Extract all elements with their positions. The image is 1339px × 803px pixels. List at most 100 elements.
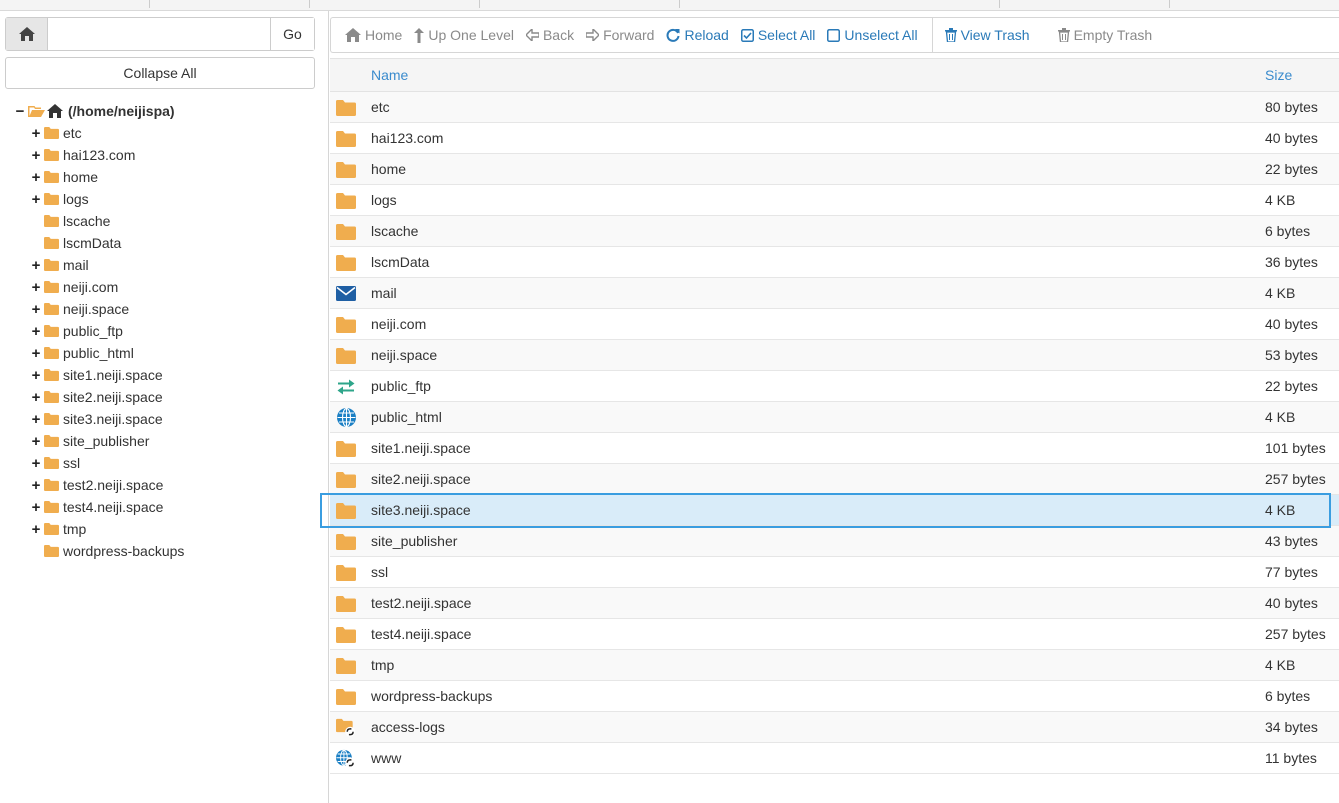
table-row[interactable]: site_publisher 43 bytes xyxy=(330,526,1339,557)
file-name-cell[interactable]: wordpress-backups xyxy=(371,688,492,704)
file-name-cell[interactable]: public_ftp xyxy=(371,378,431,394)
tree-item-test4-neiji-space[interactable]: + test4.neiji.space xyxy=(14,496,319,518)
table-row[interactable]: public_html 4 KB xyxy=(330,402,1339,433)
tree-item-mail[interactable]: + mail xyxy=(14,254,319,276)
file-name-cell[interactable]: logs xyxy=(371,192,397,208)
table-row[interactable]: etc 80 bytes xyxy=(330,92,1339,123)
file-name-cell[interactable]: site_publisher xyxy=(371,533,457,549)
file-name-cell[interactable]: www xyxy=(371,750,401,766)
view-trash-button[interactable]: View Trash xyxy=(944,18,1042,52)
expand-plus-icon[interactable]: + xyxy=(30,191,42,208)
file-name-cell[interactable]: site1.neiji.space xyxy=(371,440,471,456)
table-row[interactable]: neiji.space 53 bytes xyxy=(330,340,1339,371)
table-row[interactable]: site2.neiji.space 257 bytes xyxy=(330,464,1339,495)
reload-button[interactable]: Reload xyxy=(666,18,740,52)
tree-item-site-publisher[interactable]: + site_publisher xyxy=(14,430,319,452)
table-row[interactable]: mail 4 KB xyxy=(330,278,1339,309)
table-row[interactable]: site1.neiji.space 101 bytes xyxy=(330,433,1339,464)
tree-item-test2-neiji-space[interactable]: + test2.neiji.space xyxy=(14,474,319,496)
toolbar-home-button[interactable]: Home xyxy=(331,18,414,52)
tree-item-ssl[interactable]: + ssl xyxy=(14,452,319,474)
select-all-button[interactable]: Select All xyxy=(740,18,828,52)
expand-plus-icon[interactable]: + xyxy=(30,125,42,142)
expand-plus-icon[interactable]: + xyxy=(30,323,42,340)
tree-item-logs[interactable]: + logs xyxy=(14,188,319,210)
table-row[interactable]: home 22 bytes xyxy=(330,154,1339,185)
home-directory-button[interactable] xyxy=(6,18,48,50)
tree-item-wordpress-backups[interactable]: +wordpress-backups xyxy=(14,540,319,562)
expand-plus-icon[interactable]: + xyxy=(30,345,42,362)
table-row[interactable]: lscmData 36 bytes xyxy=(330,247,1339,278)
table-row[interactable]: www 11 bytes xyxy=(330,743,1339,774)
expand-plus-icon[interactable]: + xyxy=(30,499,42,516)
back-button[interactable]: Back xyxy=(525,18,586,52)
expand-plus-icon[interactable]: + xyxy=(30,279,42,296)
file-name-cell[interactable]: test4.neiji.space xyxy=(371,626,471,642)
unselect-all-button[interactable]: Unselect All xyxy=(827,18,929,52)
expand-plus-icon[interactable]: + xyxy=(30,257,42,274)
empty-trash-label: Empty Trash xyxy=(1073,27,1153,43)
file-name-cell[interactable]: lscache xyxy=(371,223,418,239)
tree-item-lscmdata[interactable]: +lscmData xyxy=(14,232,319,254)
tree-item-site3-neiji-space[interactable]: + site3.neiji.space xyxy=(14,408,319,430)
file-name-cell[interactable]: test2.neiji.space xyxy=(371,595,471,611)
expand-plus-icon[interactable]: + xyxy=(30,521,42,538)
table-row[interactable]: lscache 6 bytes xyxy=(330,216,1339,247)
file-name-cell[interactable]: access-logs xyxy=(371,719,445,735)
file-name-cell[interactable]: public_html xyxy=(371,409,442,425)
tree-root-home[interactable]: − (/home/neijispa) xyxy=(14,100,319,122)
up-one-level-button[interactable]: Up One Level xyxy=(414,18,526,52)
table-row[interactable]: wordpress-backups 6 bytes xyxy=(330,681,1339,712)
expand-plus-icon[interactable]: + xyxy=(30,477,42,494)
tree-item-hai123-com[interactable]: + hai123.com xyxy=(14,144,319,166)
file-name-cell[interactable]: mail xyxy=(371,285,397,301)
tree-item-site1-neiji-space[interactable]: + site1.neiji.space xyxy=(14,364,319,386)
expand-plus-icon[interactable]: + xyxy=(30,389,42,406)
column-header-name[interactable]: Name xyxy=(371,67,408,83)
path-input[interactable] xyxy=(48,18,270,50)
table-row[interactable]: site3.neiji.space 4 KB xyxy=(330,495,1339,526)
tree-item-neiji-space[interactable]: + neiji.space xyxy=(14,298,319,320)
column-header-size[interactable]: Size xyxy=(1265,67,1292,83)
go-button[interactable]: Go xyxy=(270,18,314,50)
expand-plus-icon[interactable]: + xyxy=(30,301,42,318)
file-name-cell[interactable]: site2.neiji.space xyxy=(371,471,471,487)
collapse-all-button[interactable]: Collapse All xyxy=(5,57,315,89)
table-row[interactable]: ssl 77 bytes xyxy=(330,557,1339,588)
table-row[interactable]: tmp 4 KB xyxy=(330,650,1339,681)
file-name-cell[interactable]: lscmData xyxy=(371,254,429,270)
table-row[interactable]: public_ftp 22 bytes xyxy=(330,371,1339,402)
tree-item-public-ftp[interactable]: + public_ftp xyxy=(14,320,319,342)
table-row[interactable]: test4.neiji.space 257 bytes xyxy=(330,619,1339,650)
table-row[interactable]: access-logs 34 bytes xyxy=(330,712,1339,743)
expand-plus-icon[interactable]: + xyxy=(30,455,42,472)
file-name-cell[interactable]: neiji.com xyxy=(371,316,426,332)
tree-item-site2-neiji-space[interactable]: + site2.neiji.space xyxy=(14,386,319,408)
empty-trash-button[interactable]: Empty Trash xyxy=(1042,18,1165,52)
file-name-cell[interactable]: etc xyxy=(371,99,390,115)
file-name-cell[interactable]: site3.neiji.space xyxy=(371,502,471,518)
expand-plus-icon[interactable]: + xyxy=(30,147,42,164)
table-row[interactable]: hai123.com 40 bytes xyxy=(330,123,1339,154)
expand-plus-icon[interactable]: + xyxy=(30,411,42,428)
tree-item-etc[interactable]: + etc xyxy=(14,122,319,144)
table-row[interactable]: logs 4 KB xyxy=(330,185,1339,216)
table-row[interactable]: test2.neiji.space 40 bytes xyxy=(330,588,1339,619)
file-name-cell[interactable]: ssl xyxy=(371,564,388,580)
expand-plus-icon[interactable]: + xyxy=(30,433,42,450)
file-name-cell[interactable]: neiji.space xyxy=(371,347,437,363)
tree-root-label: (/home/neijispa) xyxy=(68,103,175,119)
collapse-minus-icon[interactable]: − xyxy=(14,103,26,120)
table-row[interactable]: neiji.com 40 bytes xyxy=(330,309,1339,340)
tree-item-tmp[interactable]: + tmp xyxy=(14,518,319,540)
tree-item-home[interactable]: + home xyxy=(14,166,319,188)
file-name-cell[interactable]: home xyxy=(371,161,406,177)
tree-item-public-html[interactable]: + public_html xyxy=(14,342,319,364)
file-name-cell[interactable]: hai123.com xyxy=(371,130,443,146)
forward-button[interactable]: Forward xyxy=(586,18,666,52)
tree-item-neiji-com[interactable]: + neiji.com xyxy=(14,276,319,298)
tree-item-lscache[interactable]: +lscache xyxy=(14,210,319,232)
expand-plus-icon[interactable]: + xyxy=(30,169,42,186)
expand-plus-icon[interactable]: + xyxy=(30,367,42,384)
file-name-cell[interactable]: tmp xyxy=(371,657,394,673)
